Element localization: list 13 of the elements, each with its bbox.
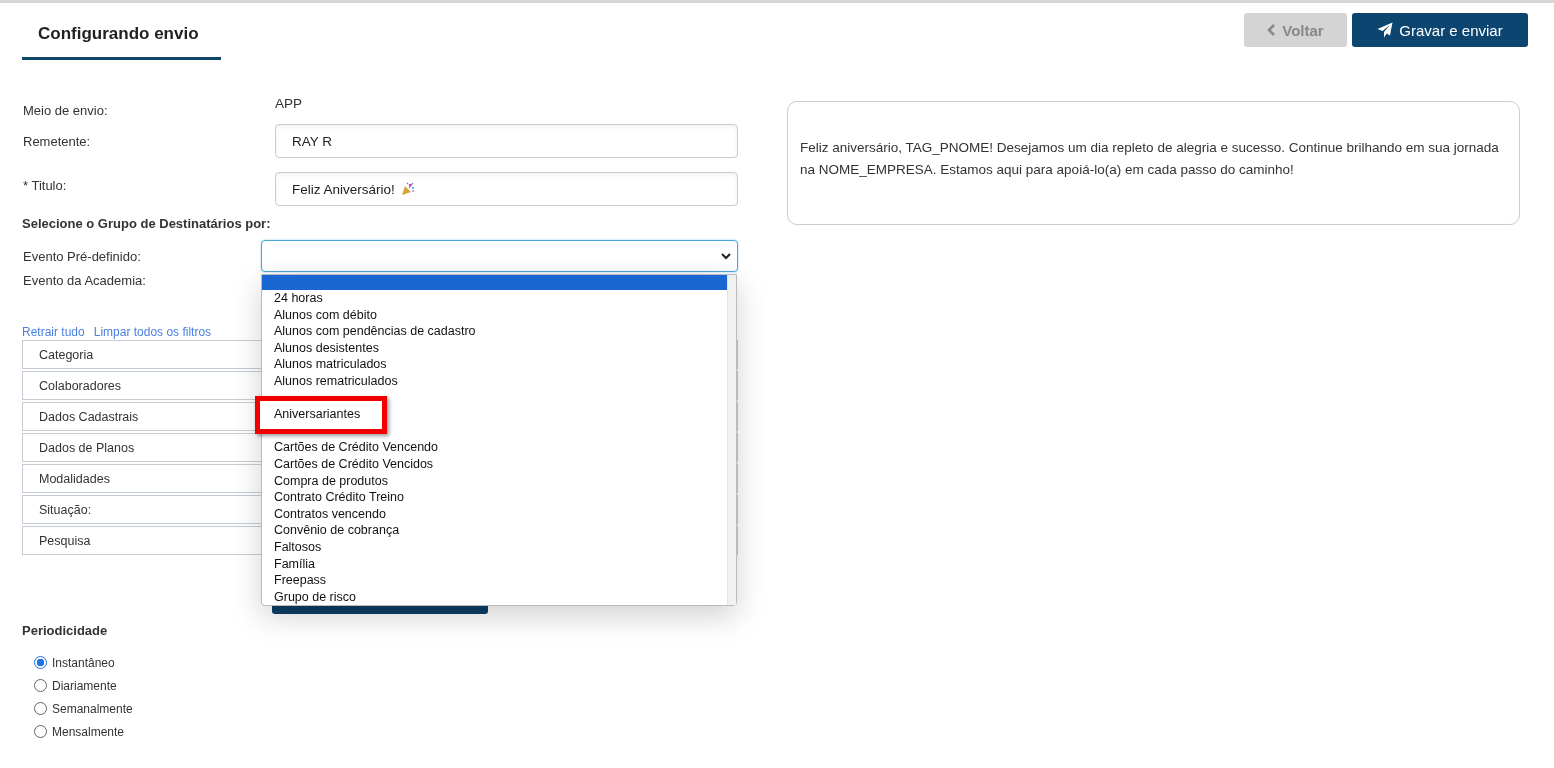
field-label: Remetente: xyxy=(22,133,92,149)
field-label: Evento da Academia: xyxy=(22,273,147,288)
field-value: APP xyxy=(275,96,302,111)
field-label: * Titulo: xyxy=(22,177,68,193)
radio-label: Semanalmente xyxy=(52,701,133,716)
field-label: Evento Pré-definido: xyxy=(22,248,142,264)
radio-label: Mensalmente xyxy=(52,724,125,739)
radio-label: Instantâneo xyxy=(52,655,115,670)
field-label: Meio de envio: xyxy=(22,102,109,118)
message-preview: Feliz aniversário, TAG_PNOME! Desejamos um dia repleto de alegria e sucesso. Continue brilhando em sua jornada na NOME_EMPRESA. Estamos aqui para apoiá-lo(a) em cada passo do caminho! xyxy=(787,101,1520,225)
radio-label: Diariamente xyxy=(52,678,117,693)
section-heading: Selecione o Grupo de Destinatários por: xyxy=(22,216,272,231)
section-heading: Periodicidade xyxy=(22,623,109,638)
